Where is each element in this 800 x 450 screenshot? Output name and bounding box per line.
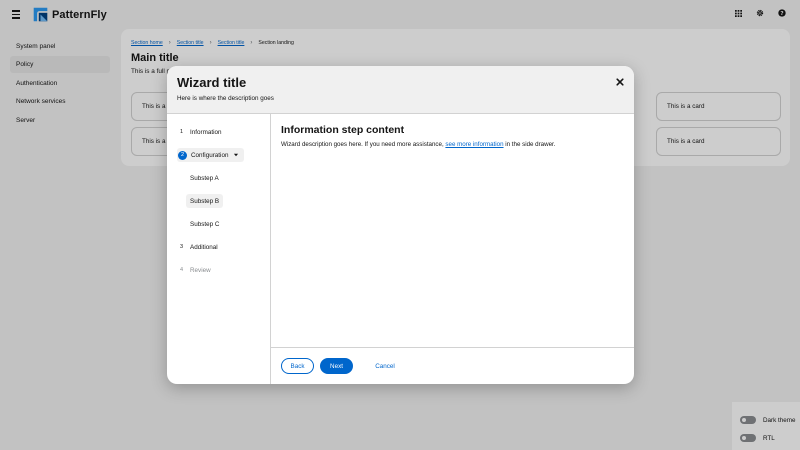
step-label: Information: [190, 128, 222, 136]
see-more-link[interactable]: see more information: [445, 141, 503, 148]
wizard-substep-a[interactable]: Substep A: [186, 171, 223, 185]
wizard-step-configuration[interactable]: 2 Configuration: [177, 148, 245, 162]
step-number: 3: [179, 244, 184, 250]
close-icon[interactable]: [614, 76, 626, 88]
step-number: 1: [179, 129, 184, 135]
wizard-step-additional[interactable]: 3 Additional: [177, 240, 218, 254]
step-label: Review: [190, 266, 211, 274]
wizard-step-review: 4 Review: [177, 263, 211, 277]
chevron-down-icon[interactable]: [233, 152, 239, 158]
wizard-step-information[interactable]: 1 Information: [177, 125, 222, 139]
step-number: 4: [179, 267, 184, 273]
wizard-substep-c[interactable]: Substep C: [186, 217, 223, 231]
wizard-substep-b[interactable]: Substep B: [186, 194, 224, 208]
step-content-description: Wizard description goes here. If you nee…: [281, 141, 621, 148]
back-button[interactable]: Back: [281, 358, 314, 374]
wizard-body: Information step content Wizard descript…: [281, 124, 621, 148]
next-button[interactable]: Next: [320, 358, 353, 374]
wizard-title: Wizard title: [177, 75, 247, 90]
description-text: Wizard description goes here. If you nee…: [281, 141, 446, 148]
wizard-description: Here is where the description goes: [177, 95, 274, 102]
wizard-modal: Wizard title Here is where the descripti…: [167, 66, 634, 384]
step-number: 2: [178, 150, 187, 160]
step-label: Additional: [190, 243, 218, 251]
cancel-button[interactable]: Cancel: [369, 358, 401, 374]
wizard-footer: Back Next Cancel: [271, 347, 634, 384]
step-label: Configuration: [191, 151, 229, 159]
step-content-title: Information step content: [281, 124, 405, 136]
description-text: in the side drawer.: [503, 141, 556, 148]
wizard-header: Wizard title Here is where the descripti…: [167, 66, 634, 114]
wizard-nav: 1 Information 2 Configuration Substep A …: [167, 114, 271, 384]
